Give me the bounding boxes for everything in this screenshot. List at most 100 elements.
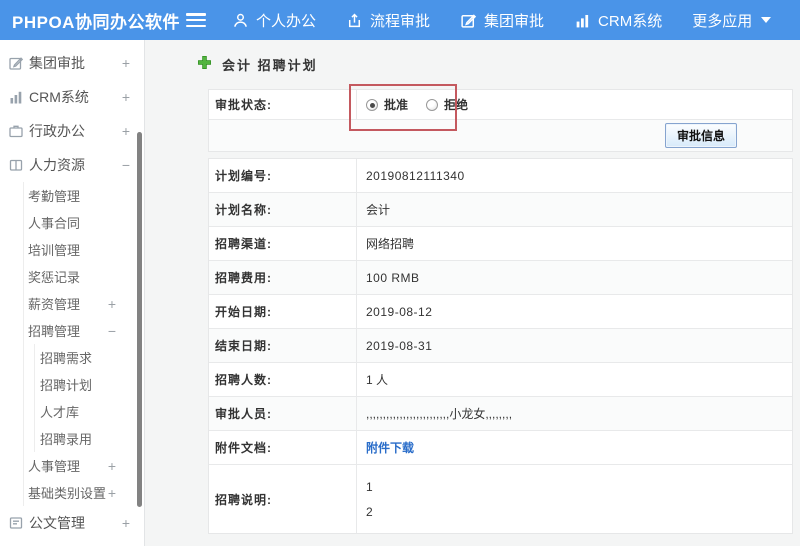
user-icon	[232, 12, 249, 29]
sidebar-item-crm[interactable]: CRM系统 +	[0, 80, 144, 114]
approval-panel: 审批状态: 批准 拒绝 审批信息	[208, 89, 793, 152]
field-row-cost: 招聘费用: 100 RMB	[209, 261, 792, 295]
sidebar-item-label: 人事合同	[28, 216, 81, 231]
field-label: 附件文档:	[209, 431, 357, 464]
sidebar-item-label: CRM系统	[29, 89, 89, 105]
field-label: 审批状态:	[209, 90, 357, 119]
menu-toggle-icon[interactable]	[186, 13, 206, 27]
sidebar-item-hr-contract[interactable]: 人事合同	[24, 209, 144, 236]
radio-reject[interactable]: 拒绝	[426, 96, 468, 113]
sidebar-item-official-doc[interactable]: 公文管理 +	[0, 506, 144, 540]
radio-reject-icon[interactable]	[426, 98, 439, 111]
field-value: 100 RMB	[366, 270, 420, 285]
description-line: 1	[366, 479, 373, 494]
sidebar-item-attendance[interactable]: 考勤管理	[24, 182, 144, 209]
topnav-more-apps[interactable]: 更多应用	[692, 10, 772, 31]
field-value: 网络招聘	[366, 237, 415, 251]
sidebar-item-label: 集团审批	[29, 55, 85, 71]
radio-reject-label: 拒绝	[444, 98, 469, 112]
field-value: 会计	[366, 203, 391, 217]
radio-approve-icon[interactable]	[366, 98, 378, 111]
approval-info-button[interactable]: 审批信息	[664, 123, 737, 148]
field-row-attachment: 附件文档: 附件下载	[209, 431, 792, 465]
field-label: 审批人员:	[209, 397, 357, 430]
page-header: 会计 招聘计划	[145, 40, 800, 89]
field-label: 招聘人数:	[209, 363, 357, 396]
expand-icon[interactable]: +	[108, 486, 116, 500]
field-label: 招聘说明:	[209, 465, 357, 533]
app-logo: PHPOA协同办公软件	[12, 12, 180, 32]
field-label: 计划名称:	[209, 193, 357, 226]
topnav-personal-office[interactable]: 个人办公	[232, 10, 316, 31]
sidebar-item-recruit-demand[interactable]: 招聘需求	[35, 344, 144, 371]
sidebar-item-salary[interactable]: 薪资管理 +	[24, 290, 144, 317]
sidebar-item-base-category[interactable]: 基础类别设置 +	[24, 479, 144, 506]
field-row-approvers: 审批人员: ,,,,,,,,,,,,,,,,,,,,,,,,,小龙女,,,,,,…	[209, 397, 792, 431]
sidebar-item-label: 招聘管理	[28, 324, 81, 339]
sidebar-item-label: 行政办公	[29, 123, 85, 139]
field-row-end-date: 结束日期: 2019-08-31	[209, 329, 792, 363]
topnav-label: CRM系统	[598, 12, 663, 30]
recruitment-submenu: 招聘需求 招聘计划 人才库 招聘录用	[34, 344, 144, 452]
sidebar-item-rewards[interactable]: 奖惩记录	[24, 263, 144, 290]
expand-icon[interactable]: +	[122, 516, 130, 530]
sidebar-item-label: 招聘计划	[40, 378, 93, 393]
topnav-label: 更多应用	[692, 12, 753, 30]
approval-status-value: 批准 拒绝	[357, 90, 792, 119]
sidebar-item-label: 人才库	[40, 405, 80, 420]
sidebar-item-label: 招聘需求	[40, 351, 93, 366]
hr-submenu: 考勤管理 人事合同 培训管理 奖惩记录 薪资管理 + 招聘管理 − 招聘需求 招…	[23, 182, 144, 506]
field-label: 招聘渠道:	[209, 227, 357, 260]
collapse-icon[interactable]: −	[108, 324, 116, 338]
topnav-label: 流程审批	[370, 12, 431, 30]
sidebar-item-hr[interactable]: 人力资源 −	[0, 148, 144, 182]
sidebar-item-training[interactable]: 培训管理	[24, 236, 144, 263]
add-icon	[197, 55, 212, 75]
field-row-plan-name: 计划名称: 会计	[209, 193, 792, 227]
briefcase-icon	[8, 123, 24, 139]
sidebar-item-admin-office[interactable]: 行政办公 +	[0, 114, 144, 148]
topnav-group-approval[interactable]: 集团审批	[460, 10, 544, 31]
expand-icon[interactable]: +	[122, 90, 130, 104]
collapse-icon[interactable]: −	[122, 158, 130, 172]
field-label: 招聘费用:	[209, 261, 357, 294]
topnav-label: 个人办公	[256, 12, 317, 30]
expand-icon[interactable]: +	[122, 124, 130, 138]
sidebar-item-recruitment[interactable]: 招聘管理 −	[24, 317, 144, 344]
field-value: 1 2	[357, 465, 792, 533]
bar-chart-icon	[8, 89, 24, 105]
book-icon	[8, 157, 24, 173]
sidebar-item-group-approval[interactable]: 集团审批 +	[0, 46, 144, 80]
top-navigation: 个人办公 流程审批 集团审批 CRM系统 更多应用	[232, 10, 772, 31]
plan-detail-panel: 计划编号: 20190812111340 计划名称: 会计 招聘渠道: 网络招聘…	[208, 158, 793, 534]
sidebar-item-label: 考勤管理	[28, 189, 81, 204]
sidebar-item-label: 人事管理	[28, 459, 81, 474]
caret-down-icon	[761, 17, 772, 23]
expand-icon[interactable]: +	[108, 297, 116, 311]
topbar: PHPOA协同办公软件 个人办公 流程审批 集团审批 CRM系统 更多应用	[0, 0, 800, 40]
sidebar-item-label: 奖惩记录	[28, 270, 81, 285]
expand-icon[interactable]: +	[108, 459, 116, 473]
topnav-workflow-approval[interactable]: 流程审批	[346, 10, 430, 31]
sidebar-item-vehicle[interactable]: 用车管理 +	[0, 540, 144, 546]
sidebar-item-recruit-plan[interactable]: 招聘计划	[35, 371, 144, 398]
radio-approve[interactable]: 批准	[366, 96, 408, 113]
attachment-download-link[interactable]: 附件下载	[366, 439, 414, 456]
expand-icon[interactable]: +	[122, 56, 130, 70]
document-icon	[8, 515, 24, 531]
topnav-crm[interactable]: CRM系统	[574, 10, 662, 31]
sidebar-item-talent-pool[interactable]: 人才库	[35, 398, 144, 425]
sidebar-scrollbar[interactable]	[137, 132, 142, 507]
field-row-channel: 招聘渠道: 网络招聘	[209, 227, 792, 261]
bar-chart-icon	[574, 12, 591, 29]
field-row-headcount: 招聘人数: 1 人	[209, 363, 792, 397]
radio-approve-label: 批准	[384, 98, 409, 112]
field-label: 结束日期:	[209, 329, 357, 362]
sidebar-item-label: 公文管理	[29, 515, 85, 531]
approval-radio-group: 批准 拒绝	[366, 96, 468, 113]
sidebar-item-label: 招聘录用	[40, 432, 93, 447]
topnav-label: 集团审批	[484, 12, 545, 30]
sidebar-item-label: 培训管理	[28, 243, 81, 258]
sidebar-item-recruit-hire[interactable]: 招聘录用	[35, 425, 144, 452]
sidebar-item-personnel[interactable]: 人事管理 +	[24, 452, 144, 479]
